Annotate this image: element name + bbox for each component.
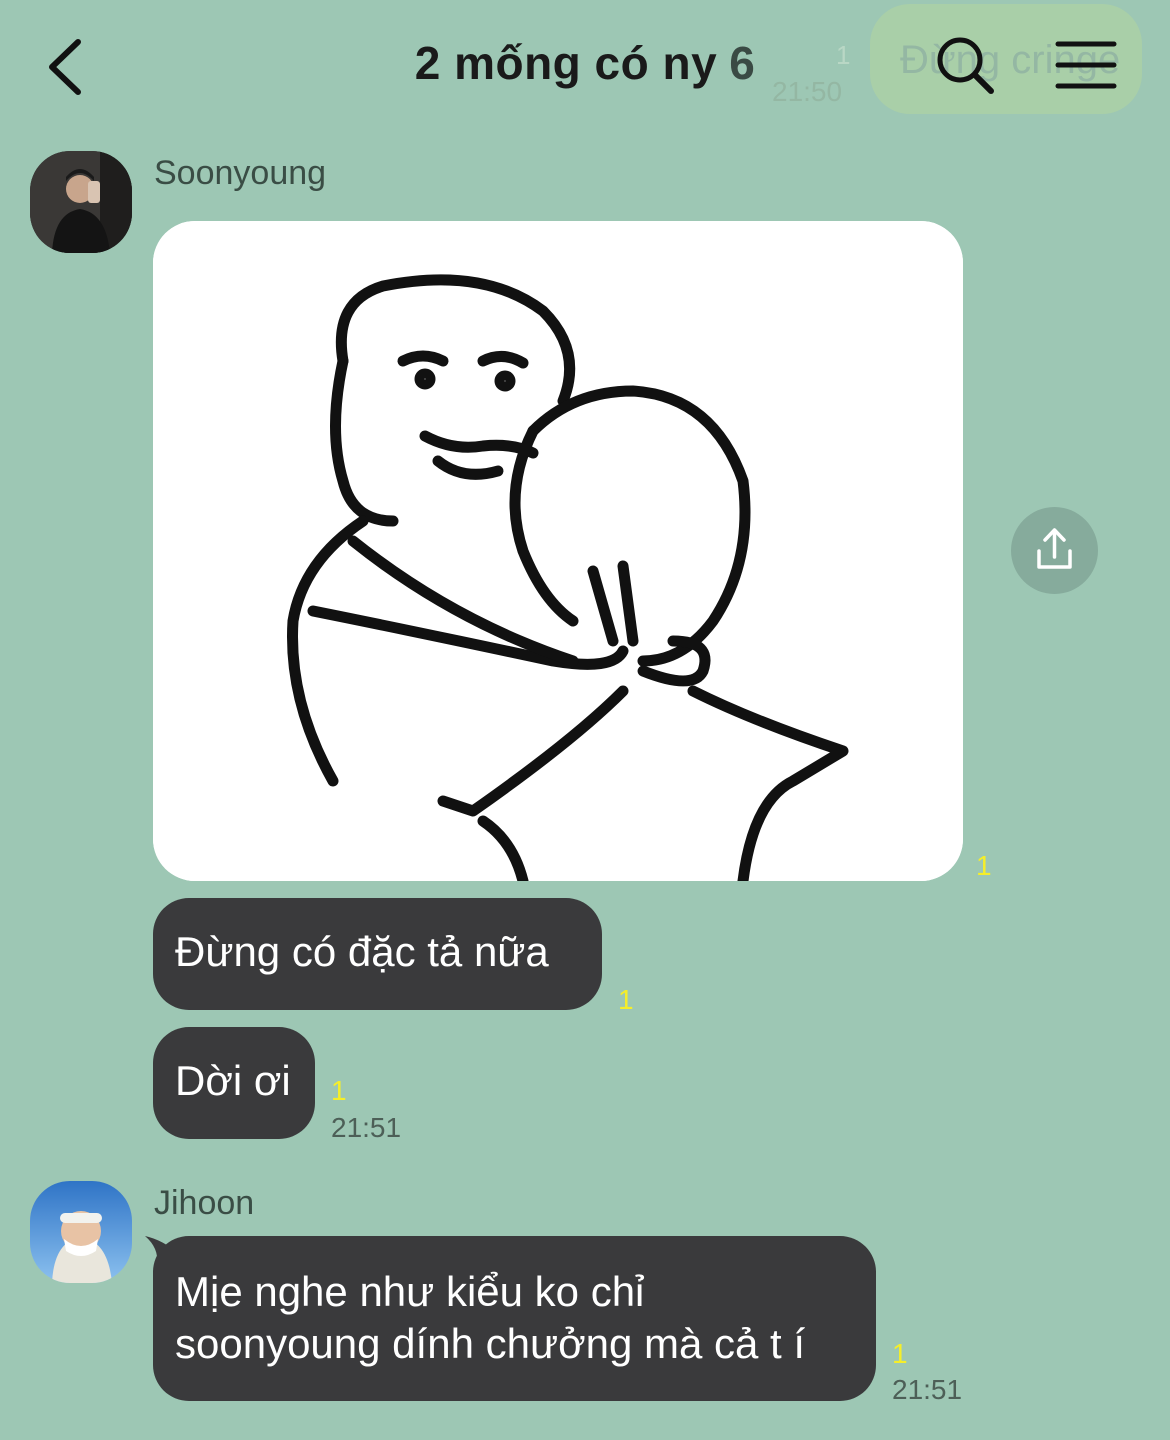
message-text: Đừng có đặc tả nữa — [175, 928, 549, 975]
search-icon — [937, 37, 994, 94]
avatar-photo-icon — [30, 151, 132, 253]
message-text-line: Mịe nghe như kiểu ko chỉ — [175, 1268, 645, 1315]
sender-name-soonyoung: Soonyoung — [154, 154, 327, 192]
hamburger-menu-icon — [1055, 41, 1117, 89]
chat-header: Đừng cringe 1 21:50 2 mống có ny 6 — [0, 0, 1170, 130]
message-bubble[interactable]: Mịe nghe như kiểu ko chỉ soonyoung dính … — [153, 1236, 876, 1401]
message-bubble[interactable]: Đừng có đặc tả nữa — [153, 898, 602, 1010]
message-time: 21:51 — [331, 1112, 402, 1143]
message-text: Dời ơi — [175, 1057, 291, 1104]
image-unread-count: 1 — [976, 850, 992, 881]
share-icon — [1037, 528, 1072, 569]
unread-count: 1 — [892, 1338, 908, 1369]
share-button[interactable] — [1011, 507, 1098, 594]
unread-count: 1 — [331, 1075, 347, 1106]
meme-hug-image — [153, 221, 963, 881]
menu-button[interactable] — [1054, 38, 1118, 94]
avatar-photo-icon — [30, 1181, 132, 1283]
message-bubble[interactable]: Dời ơi — [153, 1027, 315, 1139]
image-message[interactable] — [153, 221, 963, 881]
search-button[interactable] — [934, 34, 996, 96]
message-time: 21:51 — [892, 1374, 963, 1405]
chat-title-text: 2 mống có ny — [414, 37, 718, 89]
member-count: 6 — [729, 37, 756, 89]
unread-count: 1 — [618, 984, 634, 1015]
avatar-soonyoung[interactable] — [30, 151, 132, 253]
message-text-line: soonyoung dính chưởng mà cả t í — [175, 1320, 806, 1367]
sender-name-jihoon: Jihoon — [154, 1184, 255, 1222]
avatar-jihoon[interactable] — [30, 1181, 132, 1283]
